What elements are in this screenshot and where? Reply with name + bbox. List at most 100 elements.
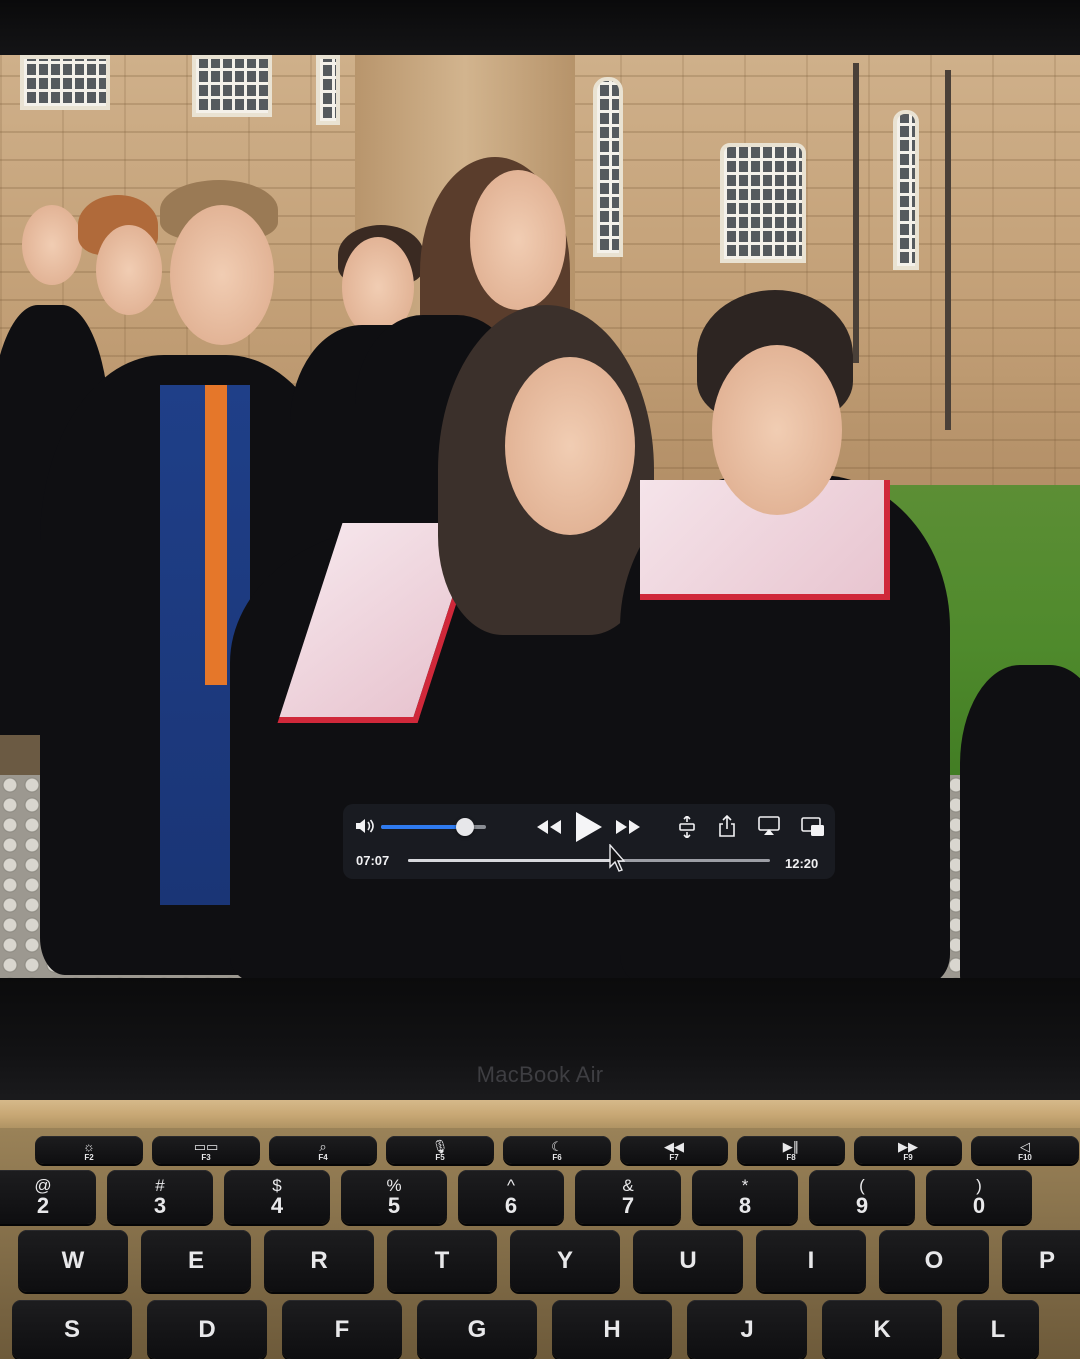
key-digit: 7 xyxy=(621,1193,635,1218)
key-letter: U xyxy=(679,1247,697,1274)
building-window xyxy=(893,110,919,270)
graduate-face xyxy=(96,225,162,315)
key-letter: K xyxy=(873,1315,891,1343)
screen-top-bezel xyxy=(0,0,1080,60)
key-label: F4 xyxy=(318,1153,328,1162)
key-y[interactable]: Y xyxy=(510,1230,620,1292)
key-digit: 0 xyxy=(972,1193,986,1218)
key-digit: 4 xyxy=(270,1193,284,1218)
key-s[interactable]: S xyxy=(12,1300,132,1359)
key-letter: R xyxy=(310,1247,328,1274)
graduate-face xyxy=(470,170,566,310)
key-label: F6 xyxy=(552,1153,562,1162)
key-l[interactable]: L xyxy=(957,1300,1039,1359)
rotate-icon[interactable] xyxy=(676,814,698,840)
key-letter: P xyxy=(1038,1247,1055,1274)
key-8[interactable]: * 8 xyxy=(692,1170,798,1224)
key-glyph: ☼ xyxy=(83,1139,95,1154)
key-f2[interactable]: ☼ F2 xyxy=(35,1136,143,1164)
key-f8[interactable]: ▶∥ F8 xyxy=(737,1136,845,1164)
key-letter: D xyxy=(198,1315,216,1343)
play-icon[interactable] xyxy=(570,808,606,846)
key-digit: 6 xyxy=(504,1193,518,1218)
key-letter: F xyxy=(334,1315,350,1343)
key-digit: 9 xyxy=(855,1193,869,1218)
key-letter: W xyxy=(61,1247,85,1274)
photo: 07:07 12:20 MacBook Air ☼ F2 ▭▭ F3 ⌕ F4 🎙 F5 ☾ F6… xyxy=(0,0,1080,1359)
key-f[interactable]: F xyxy=(282,1300,402,1359)
key-7[interactable]: & 7 xyxy=(575,1170,681,1224)
graduate-face xyxy=(22,205,82,285)
key-label: F5 xyxy=(435,1153,445,1162)
key-o[interactable]: O xyxy=(879,1230,989,1292)
building-window xyxy=(20,55,110,110)
graduate-face xyxy=(505,357,635,535)
key-letter: H xyxy=(603,1315,621,1343)
key-9[interactable]: (9 xyxy=(809,1170,915,1224)
key-4[interactable]: $4 xyxy=(224,1170,330,1224)
key-3[interactable]: #3 xyxy=(107,1170,213,1224)
key-letter: J xyxy=(740,1315,754,1343)
key-digit: 3 xyxy=(153,1193,167,1218)
playback-scrubber[interactable] xyxy=(408,859,770,862)
drain-pipe xyxy=(945,70,951,430)
graduate-face xyxy=(712,345,842,515)
key-letter: T xyxy=(434,1247,450,1274)
key-6[interactable]: ^ 6 xyxy=(458,1170,564,1224)
key-label: F3 xyxy=(201,1153,211,1162)
key-f5[interactable]: 🎙 F5 xyxy=(386,1136,494,1164)
key-0[interactable]: ) 0 xyxy=(926,1170,1032,1224)
key-digit: 5 xyxy=(387,1193,401,1218)
key-5[interactable]: % 5 xyxy=(341,1170,447,1224)
rewind-icon[interactable] xyxy=(535,815,563,839)
key-i[interactable]: I xyxy=(756,1230,866,1292)
building-window xyxy=(593,77,623,257)
playback-progress-fill xyxy=(408,859,615,862)
key-digit: 8 xyxy=(738,1193,752,1218)
key-label: F10 xyxy=(1018,1153,1032,1162)
mouse-cursor-icon xyxy=(608,843,626,873)
key-label: F2 xyxy=(84,1153,94,1162)
key-letter: E xyxy=(187,1247,204,1274)
key-letter: I xyxy=(807,1247,815,1274)
key-k[interactable]: K xyxy=(822,1300,942,1359)
key-f6[interactable]: ☾ F6 xyxy=(503,1136,611,1164)
key-w[interactable]: W xyxy=(18,1230,128,1292)
orange-tie xyxy=(205,385,227,685)
share-icon[interactable] xyxy=(716,813,738,839)
graduate-face xyxy=(170,205,274,345)
drain-pipe xyxy=(853,63,859,363)
building-window xyxy=(192,55,272,117)
key-letter: L xyxy=(990,1315,1006,1343)
key-f3[interactable]: ▭▭ F3 xyxy=(152,1136,260,1164)
key-d[interactable]: D xyxy=(147,1300,267,1359)
key-u[interactable]: U xyxy=(633,1230,743,1292)
key-f9[interactable]: ▶▶ F9 xyxy=(854,1136,962,1164)
volume-level-fill xyxy=(381,825,465,829)
key-letter: G xyxy=(467,1315,487,1343)
key-r[interactable]: R xyxy=(264,1230,374,1292)
volume-icon[interactable] xyxy=(354,816,376,836)
fast-forward-icon[interactable] xyxy=(614,815,642,839)
key-f10[interactable]: ◁ F10 xyxy=(971,1136,1079,1164)
key-2[interactable]: @2 xyxy=(0,1170,96,1224)
key-e[interactable]: E xyxy=(141,1230,251,1292)
key-h[interactable]: H xyxy=(552,1300,672,1359)
picture-in-picture-icon[interactable] xyxy=(800,815,826,839)
key-label: F9 xyxy=(903,1153,913,1162)
airplay-icon[interactable] xyxy=(756,814,782,838)
key-label: F8 xyxy=(786,1153,796,1162)
key-letter: O xyxy=(924,1247,944,1274)
laptop-brand-label: MacBook Air xyxy=(476,1062,604,1087)
graduate-figure xyxy=(960,665,1080,980)
building-window xyxy=(316,55,340,125)
key-g[interactable]: G xyxy=(417,1300,537,1359)
key-p[interactable]: P xyxy=(1002,1230,1080,1292)
key-t[interactable]: T xyxy=(387,1230,497,1292)
key-label: F7 xyxy=(669,1153,679,1162)
key-f7[interactable]: ◀◀ F7 xyxy=(620,1136,728,1164)
elapsed-time: 07:07 xyxy=(356,853,390,868)
key-j[interactable]: J xyxy=(687,1300,807,1359)
volume-knob[interactable] xyxy=(456,818,474,836)
key-f4[interactable]: ⌕ F4 xyxy=(269,1136,377,1164)
